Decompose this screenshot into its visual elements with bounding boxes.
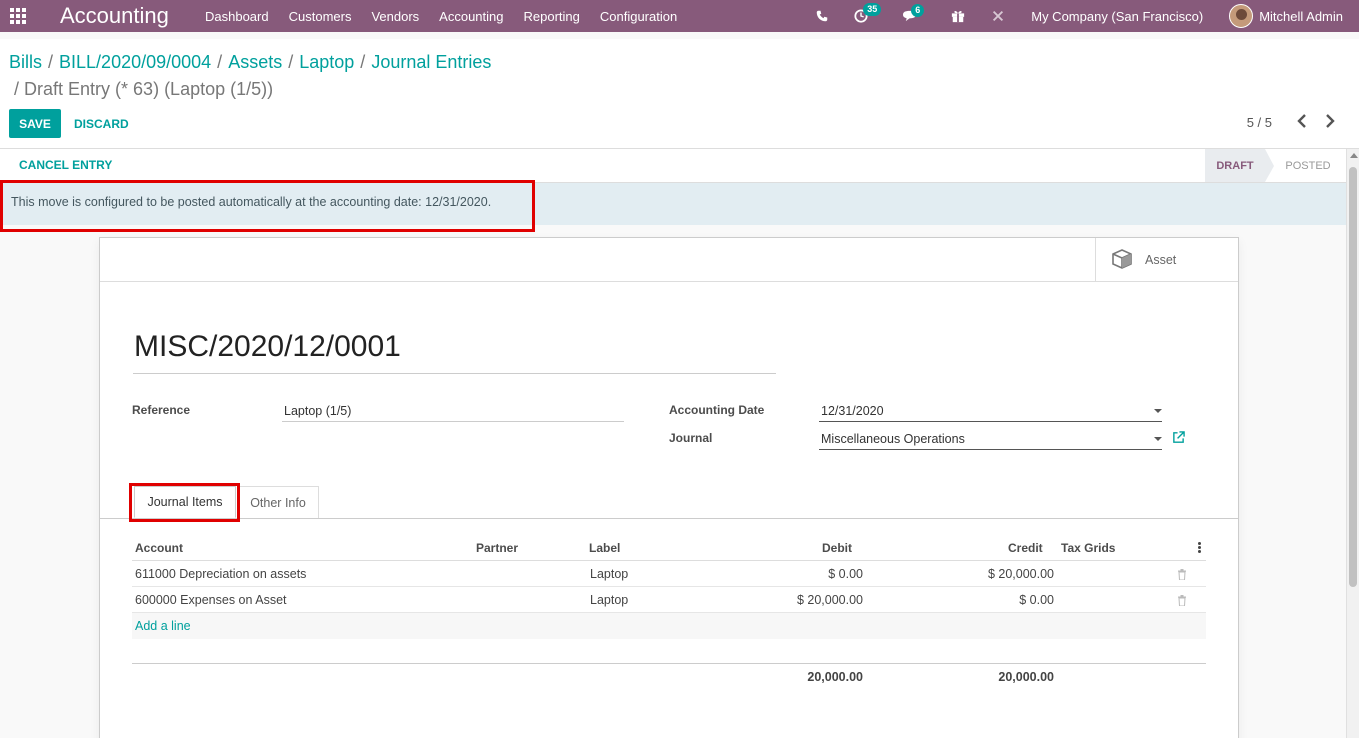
trash-icon[interactable] xyxy=(1177,594,1187,609)
accounting-date-label: Accounting Date xyxy=(669,403,765,417)
reference-input[interactable]: Laptop (1/5) xyxy=(284,404,351,418)
row-label: Laptop xyxy=(590,593,629,607)
clock-icon[interactable]: 35 xyxy=(854,3,882,23)
menu-accounting[interactable]: Accounting xyxy=(439,9,503,24)
stage-posted[interactable]: POSTED xyxy=(1278,149,1338,182)
stage-draft[interactable]: DRAFT xyxy=(1205,149,1274,182)
move-name: MISC/2020/12/0001 xyxy=(134,330,401,363)
main-menu: Dashboard Customers Vendors Accounting R… xyxy=(205,9,697,24)
column-label[interactable]: Label xyxy=(589,541,620,555)
journal-label: Journal xyxy=(669,431,713,445)
breadcrumb-assets[interactable]: Assets xyxy=(228,52,282,72)
row-credit: $ 0.00 xyxy=(1019,593,1054,607)
tools-icon[interactable] xyxy=(991,9,1005,23)
pager-next-icon[interactable] xyxy=(1325,112,1335,133)
table-row[interactable]: 600000 Expenses on Asset Laptop $ 20,000… xyxy=(132,587,1206,613)
reference-label: Reference xyxy=(132,403,191,417)
column-partner[interactable]: Partner xyxy=(476,541,518,555)
form-sheet: Asset MISC/2020/12/0001 Reference Laptop… xyxy=(99,237,1239,738)
alert-highlight-box xyxy=(0,180,535,232)
phone-icon[interactable] xyxy=(816,10,828,22)
accounting-date-underline xyxy=(819,421,1162,422)
navbar-systray: 35 6 My Company (San Francisco) Mitchell… xyxy=(790,0,1343,32)
breadcrumb-laptop[interactable]: Laptop xyxy=(299,52,354,72)
asset-smart-button[interactable]: Asset xyxy=(1095,238,1238,282)
pager-previous-icon[interactable] xyxy=(1297,112,1307,133)
activity-count-badge: 35 xyxy=(863,3,882,16)
column-options-icon[interactable] xyxy=(1198,542,1201,554)
trash-icon[interactable] xyxy=(1177,568,1187,583)
breadcrumb-journal-entries[interactable]: Journal Entries xyxy=(371,52,491,72)
total-debit: 20,000.00 xyxy=(807,670,863,684)
company-switcher[interactable]: My Company (San Francisco) xyxy=(1031,9,1203,24)
chevron-down-icon[interactable] xyxy=(1154,437,1162,441)
add-line-row: Add a line xyxy=(132,613,1206,639)
chat-icon[interactable]: 6 xyxy=(902,3,925,23)
apps-grid-icon[interactable] xyxy=(0,0,36,32)
row-account: 600000 Expenses on Asset xyxy=(135,593,287,607)
menu-configuration[interactable]: Configuration xyxy=(600,9,677,24)
vertical-scrollbar[interactable] xyxy=(1346,149,1359,738)
cube-icon xyxy=(1111,248,1133,273)
totals-line xyxy=(132,663,1206,664)
top-navbar: Accounting Dashboard Customers Vendors A… xyxy=(0,0,1359,32)
discard-button[interactable]: DISCARD xyxy=(74,109,129,138)
breadcrumb-bill[interactable]: BILL/2020/09/0004 xyxy=(59,52,211,72)
column-credit[interactable]: Credit xyxy=(1008,541,1043,555)
reference-underline xyxy=(282,421,624,422)
breadcrumb: Bills / BILL/2020/09/0004/Assets / Laptop / Jo… xyxy=(9,52,492,72)
column-debit[interactable]: Debit xyxy=(822,541,852,555)
menu-dashboard[interactable]: Dashboard xyxy=(205,9,269,24)
row-debit: $ 20,000.00 xyxy=(796,593,863,607)
tab-other-info[interactable]: Other Info xyxy=(237,486,319,518)
journal-underline xyxy=(819,449,1162,450)
status-bar: CANCEL ENTRY DRAFT POSTED xyxy=(0,149,1346,183)
row-credit: $ 20,000.00 xyxy=(987,567,1054,581)
menu-customers[interactable]: Customers xyxy=(289,9,352,24)
scroll-thumb[interactable] xyxy=(1349,167,1357,587)
row-debit: $ 0.00 xyxy=(828,567,863,581)
menu-vendors[interactable]: Vendors xyxy=(371,9,419,24)
messages-count-badge: 6 xyxy=(911,3,925,17)
column-tax-grids[interactable]: Tax Grids xyxy=(1061,541,1115,555)
table-row[interactable]: 611000 Depreciation on assets Laptop $ 0… xyxy=(132,561,1206,587)
row-account: 611000 Depreciation on assets xyxy=(135,567,307,581)
row-label: Laptop xyxy=(590,567,629,581)
cancel-entry-button[interactable]: CANCEL ENTRY xyxy=(19,158,112,172)
app-brand[interactable]: Accounting xyxy=(60,3,205,29)
tab-border xyxy=(100,518,1238,519)
menu-reporting[interactable]: Reporting xyxy=(524,9,580,24)
journal-select[interactable]: Miscellaneous Operations xyxy=(821,432,965,446)
name-underline xyxy=(133,373,776,374)
total-credit: 20,000.00 xyxy=(998,670,1054,684)
add-line-link[interactable]: Add a line xyxy=(135,619,191,633)
asset-button-label: Asset xyxy=(1145,253,1177,267)
save-button[interactable]: SAVE xyxy=(9,109,61,138)
breadcrumb-current: / Draft Entry (* 63) (Laptop (1/5)) xyxy=(14,79,274,99)
accounting-date-input[interactable]: 12/31/2020 xyxy=(821,404,884,418)
user-avatar[interactable] xyxy=(1229,4,1254,28)
external-link-icon[interactable] xyxy=(1172,431,1185,447)
scroll-up-icon[interactable] xyxy=(1350,153,1358,158)
chevron-down-icon[interactable] xyxy=(1154,409,1162,413)
breadcrumb-bills[interactable]: Bills xyxy=(9,52,42,72)
tab-highlight-box xyxy=(129,483,240,522)
user-menu[interactable]: Mitchell Admin xyxy=(1259,9,1343,24)
gift-icon[interactable] xyxy=(951,9,965,23)
button-box: Asset xyxy=(100,238,1238,282)
column-account[interactable]: Account xyxy=(135,541,183,555)
control-panel: Bills / BILL/2020/09/0004/Assets / Laptop / Jo… xyxy=(0,39,1359,149)
pager-value[interactable]: 5 / 5 xyxy=(1247,115,1272,130)
